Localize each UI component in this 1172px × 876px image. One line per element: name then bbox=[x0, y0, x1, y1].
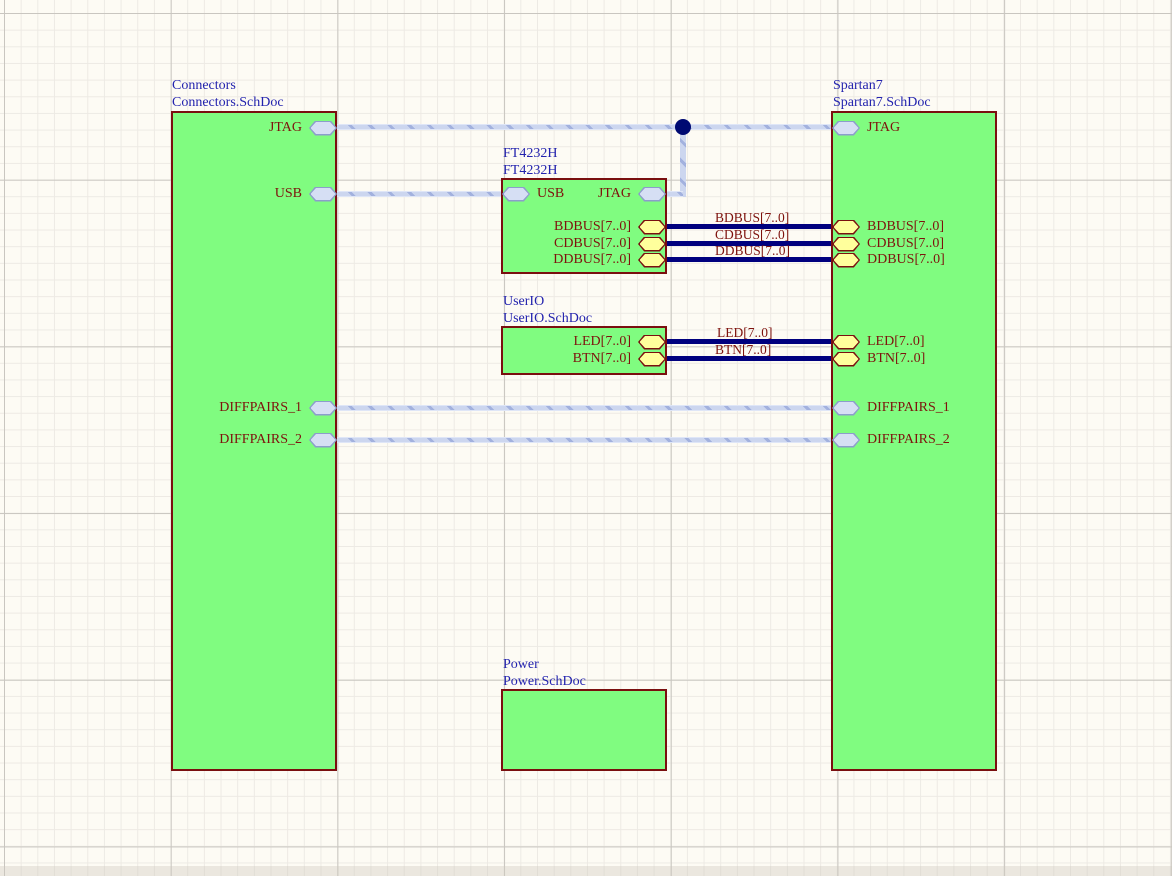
port-label: JTAG bbox=[598, 186, 631, 202]
port-connectors-jtag[interactable]: JTAG bbox=[269, 120, 337, 136]
sheet-title: Spartan7 bbox=[833, 77, 931, 94]
userio-sheet-title-block[interactable]: UserIO UserIO.SchDoc bbox=[503, 293, 592, 327]
port-label: DDBUS[7..0] bbox=[867, 252, 945, 268]
sheet-filename: Power.SchDoc bbox=[503, 673, 586, 690]
port-label: BTN[7..0] bbox=[573, 351, 631, 367]
ft4232h-sheet-title-block[interactable]: FT4232H FT4232H bbox=[503, 145, 557, 179]
net-label-cdbus[interactable]: CDBUS[7..0] bbox=[715, 228, 789, 241]
sheet-filename: Connectors.SchDoc bbox=[172, 94, 284, 111]
port-ft4232h-usb[interactable]: USB bbox=[502, 186, 564, 202]
sheet-title: FT4232H bbox=[503, 145, 557, 162]
connectors-sheet-title-block[interactable]: Connectors Connectors.SchDoc bbox=[172, 77, 284, 111]
sheet-filename: UserIO.SchDoc bbox=[503, 310, 592, 327]
sheet-title: Connectors bbox=[172, 77, 284, 94]
bus-port-icon bbox=[638, 220, 666, 235]
port-label: BDBUS[7..0] bbox=[554, 219, 631, 235]
jtag-junction-dot[interactable] bbox=[675, 119, 691, 135]
port-label: DIFFPAIRS_2 bbox=[219, 432, 302, 448]
port-spartan7-diffpairs1[interactable]: DIFFPAIRS_1 bbox=[832, 400, 950, 416]
port-label: DIFFPAIRS_2 bbox=[867, 432, 950, 448]
bus-port-icon bbox=[832, 237, 860, 252]
bus-port-icon bbox=[832, 220, 860, 235]
harness-port-icon bbox=[638, 187, 666, 202]
wire-jtag-branch-horizontal[interactable] bbox=[666, 191, 683, 197]
wire-usb-harness[interactable] bbox=[337, 191, 501, 197]
port-label: JTAG bbox=[867, 120, 900, 136]
port-label: USB bbox=[275, 186, 302, 202]
port-ft4232h-cdbus[interactable]: CDBUS[7..0] bbox=[554, 236, 666, 252]
wire-diffpairs2-harness[interactable] bbox=[337, 437, 831, 443]
port-label: LED[7..0] bbox=[573, 334, 631, 350]
sheet-edge-strip bbox=[0, 866, 1172, 876]
harness-port-icon bbox=[832, 401, 860, 416]
harness-port-icon bbox=[309, 187, 337, 202]
harness-port-icon bbox=[309, 401, 337, 416]
port-userio-btn[interactable]: BTN[7..0] bbox=[573, 351, 666, 367]
port-label: CDBUS[7..0] bbox=[867, 236, 944, 252]
sheet-title: UserIO bbox=[503, 293, 592, 310]
port-spartan7-diffpairs2[interactable]: DIFFPAIRS_2 bbox=[832, 432, 950, 448]
bus-port-icon bbox=[832, 352, 860, 367]
port-spartan7-jtag[interactable]: JTAG bbox=[832, 120, 900, 136]
bus-port-icon bbox=[638, 253, 666, 268]
harness-port-icon bbox=[832, 121, 860, 136]
port-spartan7-led[interactable]: LED[7..0] bbox=[832, 334, 925, 350]
port-label: CDBUS[7..0] bbox=[554, 236, 631, 252]
harness-port-icon bbox=[832, 433, 860, 448]
port-userio-led[interactable]: LED[7..0] bbox=[573, 334, 666, 350]
net-label-btn[interactable]: BTN[7..0] bbox=[715, 343, 771, 356]
port-label: DDBUS[7..0] bbox=[553, 252, 631, 268]
wire-diffpairs1-harness[interactable] bbox=[337, 405, 831, 411]
spartan7-sheet-title-block[interactable]: Spartan7 Spartan7.SchDoc bbox=[833, 77, 931, 111]
bus-port-icon bbox=[638, 237, 666, 252]
schematic-canvas: BDBUS[7..0] CDBUS[7..0] DDBUS[7..0] LED[… bbox=[0, 0, 1172, 876]
sheet-filename: FT4232H bbox=[503, 162, 557, 179]
power-sheet-title-block[interactable]: Power Power.SchDoc bbox=[503, 656, 586, 690]
bus-port-icon bbox=[638, 335, 666, 350]
bus-port-icon bbox=[832, 335, 860, 350]
port-label: DIFFPAIRS_1 bbox=[867, 400, 950, 416]
sheet-filename: Spartan7.SchDoc bbox=[833, 94, 931, 111]
port-ft4232h-bdbus[interactable]: BDBUS[7..0] bbox=[554, 219, 666, 235]
port-ft4232h-ddbus[interactable]: DDBUS[7..0] bbox=[553, 252, 666, 268]
port-label: DIFFPAIRS_1 bbox=[219, 400, 302, 416]
harness-port-icon bbox=[309, 121, 337, 136]
port-spartan7-cdbus[interactable]: CDBUS[7..0] bbox=[832, 236, 944, 252]
port-connectors-usb[interactable]: USB bbox=[275, 186, 337, 202]
port-label: BTN[7..0] bbox=[867, 351, 925, 367]
bus-port-icon bbox=[638, 352, 666, 367]
sheet-symbol-power[interactable] bbox=[501, 689, 667, 771]
port-spartan7-btn[interactable]: BTN[7..0] bbox=[832, 351, 925, 367]
port-spartan7-bdbus[interactable]: BDBUS[7..0] bbox=[832, 219, 944, 235]
net-label-led[interactable]: LED[7..0] bbox=[717, 326, 772, 339]
harness-port-icon bbox=[502, 187, 530, 202]
harness-port-icon bbox=[309, 433, 337, 448]
port-label: BDBUS[7..0] bbox=[867, 219, 944, 235]
port-connectors-diffpairs2[interactable]: DIFFPAIRS_2 bbox=[219, 432, 337, 448]
sheet-title: Power bbox=[503, 656, 586, 673]
bus-port-icon bbox=[832, 253, 860, 268]
port-label: LED[7..0] bbox=[867, 334, 925, 350]
port-connectors-diffpairs1[interactable]: DIFFPAIRS_1 bbox=[219, 400, 337, 416]
wire-jtag-branch-vertical[interactable] bbox=[680, 127, 686, 197]
port-ft4232h-jtag[interactable]: JTAG bbox=[598, 186, 666, 202]
wire-jtag-harness[interactable] bbox=[337, 124, 831, 130]
net-label-bdbus[interactable]: BDBUS[7..0] bbox=[715, 211, 789, 224]
port-label: JTAG bbox=[269, 120, 302, 136]
net-label-ddbus[interactable]: DDBUS[7..0] bbox=[715, 244, 790, 257]
port-spartan7-ddbus[interactable]: DDBUS[7..0] bbox=[832, 252, 945, 268]
port-label: USB bbox=[537, 186, 564, 202]
